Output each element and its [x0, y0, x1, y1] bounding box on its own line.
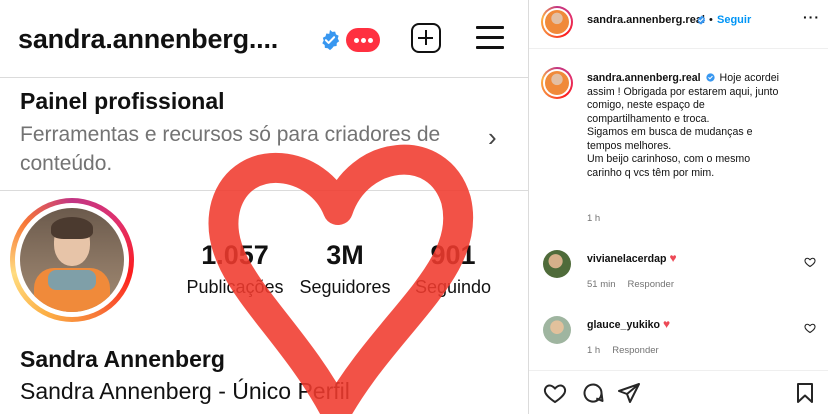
caption-line: comigo, neste espaço de: [587, 99, 705, 111]
caption-line: Sigamos em busca de mudanças e: [587, 126, 753, 138]
heart-icon[interactable]: [804, 256, 816, 268]
stat-posts-value: 1.057: [201, 240, 269, 270]
profile-name: Sandra Annenberg: [20, 346, 225, 372]
panel-title: Painel profissional: [20, 88, 225, 114]
comment-username[interactable]: glauce_yukiko ♥: [587, 317, 670, 331]
stat-followers-label: Seguidores: [299, 277, 391, 297]
heart-icon[interactable]: [543, 381, 567, 405]
caption-username[interactable]: sandra.annenberg.real: [587, 72, 701, 84]
caption-time: 1 h: [587, 213, 601, 224]
caption-line: Um beijo carinhoso, com o mesmo: [587, 153, 751, 165]
comment-time: 1 h: [587, 345, 601, 356]
new-post-icon[interactable]: [411, 23, 441, 53]
bookmark-icon[interactable]: [793, 381, 817, 405]
comment-meta: 1 h Responder: [587, 345, 659, 356]
post-action-bar: [529, 370, 828, 414]
avatar-photo: [20, 208, 124, 312]
profile-username[interactable]: sandra.annenberg....: [18, 24, 278, 55]
stat-followers[interactable]: 3M Seguidores: [290, 240, 400, 298]
comment-username[interactable]: vivianelacerdap ♥: [587, 251, 677, 265]
notification-icon[interactable]: [346, 28, 380, 52]
reply-button[interactable]: Responder: [628, 279, 674, 290]
separator-dot: •: [709, 14, 713, 26]
chevron-right-icon: ›: [488, 122, 497, 152]
post-author-username[interactable]: sandra.annenberg.real: [587, 14, 705, 26]
menu-icon[interactable]: [476, 26, 504, 50]
panel-subtitle: Ferramentas e recursos só para criadores…: [20, 123, 441, 175]
post-caption: sandra.annenberg.real Hoje acordei assim…: [587, 72, 821, 180]
caption-author-avatar[interactable]: [541, 67, 573, 99]
divider: [529, 48, 828, 49]
comment-meta: 51 min Responder: [587, 279, 674, 290]
stat-posts-label: Publicações: [186, 277, 284, 297]
share-icon[interactable]: [617, 381, 641, 405]
follow-button[interactable]: Seguir: [717, 14, 751, 26]
comment-time: 51 min: [587, 279, 616, 290]
heart-icon: ♥: [663, 317, 671, 331]
profile-screenshot: sandra.annenberg.... Painel profissional…: [0, 0, 528, 414]
profile-header: sandra.annenberg....: [0, 0, 528, 78]
commenter-avatar[interactable]: [543, 250, 571, 278]
post-panel: sandra.annenberg.real • Seguir ··· sandr…: [528, 0, 828, 414]
stat-following[interactable]: 901 Seguindo: [403, 240, 503, 298]
verified-badge-icon: [697, 15, 706, 25]
caption-line: carinho q vcs têm por mim.: [587, 166, 715, 179]
profile-bio: Sandra Annenberg - Único Perfil: [20, 378, 350, 404]
caption-line: assim ! Obrigada por estarem aqui, junto: [587, 85, 779, 98]
commenter-avatar[interactable]: [543, 316, 571, 344]
professional-dashboard[interactable]: Painel profissional Ferramentas e recurs…: [0, 78, 528, 188]
more-icon[interactable]: ···: [803, 9, 820, 25]
verified-badge-icon: [705, 73, 715, 82]
stat-following-label: Seguindo: [414, 277, 492, 297]
comment-icon[interactable]: [581, 381, 605, 405]
caption-line: compartilhamento e troca.: [587, 112, 710, 125]
stat-followers-value: 3M: [326, 240, 364, 270]
stat-following-value: 901: [430, 240, 476, 270]
profile-avatar[interactable]: [10, 198, 134, 322]
stat-posts[interactable]: 1.057 Publicações: [185, 240, 285, 298]
heart-icon[interactable]: [804, 322, 816, 334]
heart-icon: ♥: [669, 251, 677, 265]
verified-badge-icon: [322, 29, 340, 51]
post-author-avatar[interactable]: [541, 6, 573, 38]
divider: [0, 190, 528, 191]
reply-button[interactable]: Responder: [612, 345, 658, 356]
caption-line: Hoje acordei: [719, 72, 780, 84]
caption-line: tempos melhores.: [587, 139, 672, 152]
